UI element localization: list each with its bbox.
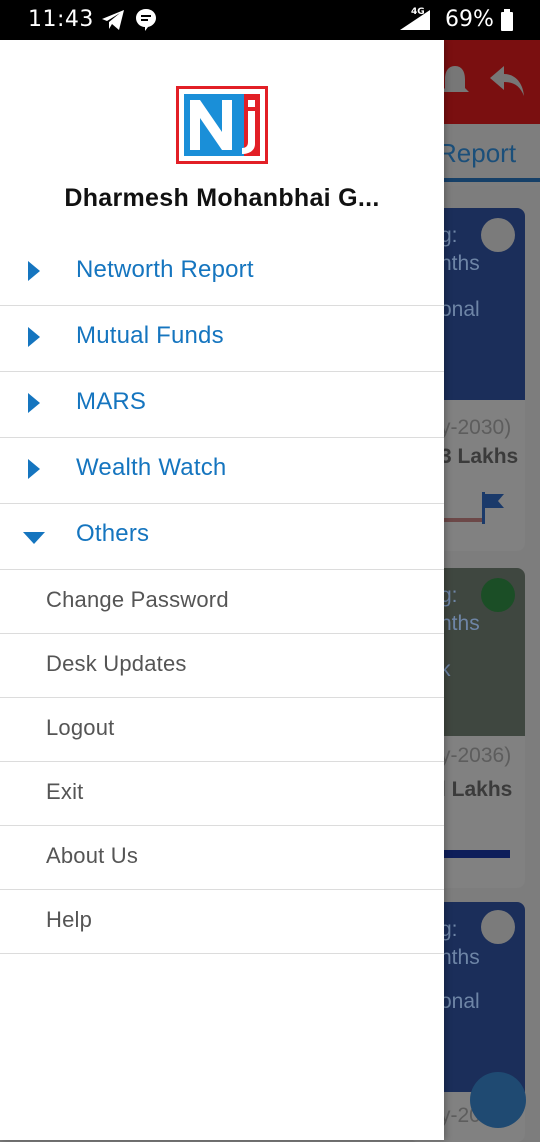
menu-item-label: Mutual Funds [76,322,224,349]
menu-item-wealth-watch[interactable]: Wealth Watch [0,438,444,504]
submenu-item-change-password[interactable]: Change Password [0,570,444,634]
navigation-drawer: Dharmesh Mohanbhai G... Networth Report … [0,40,444,1140]
tab-indicator [430,178,540,182]
card-line: nths [440,252,480,275]
status-time: 11:43 [28,7,94,32]
submenu-item-exit[interactable]: Exit [0,762,444,826]
caret-right-icon [26,260,42,286]
caret-right-icon [26,458,42,484]
submenu-item-desk-updates[interactable]: Desk Updates [0,634,444,698]
card-line: nths [440,946,480,969]
submenu-item-label: About Us [46,843,139,868]
filter-icon [470,1072,526,1128]
flag-icon [482,492,506,528]
message-icon [135,8,157,36]
submenu-item-about-us[interactable]: About Us [0,826,444,890]
menu-item-label: Others [76,520,150,547]
card-line: onal [440,298,480,321]
progress-bar [440,850,510,858]
bell-icon [440,64,470,102]
card-amount: 3 Lakhs [440,445,519,468]
nj-logo [176,86,268,164]
progress-bar [440,518,484,522]
drawer-menu: Networth Report Mutual Funds MARS Wealth… [0,240,444,954]
card-amount: l Lakhs [440,778,513,801]
card-line: onal [440,990,480,1013]
thumbs-up-icon [481,578,515,612]
menu-item-networth-report[interactable]: Networth Report [0,240,444,306]
card-period: y-2030) [440,416,512,439]
caret-right-icon [26,392,42,418]
menu-item-mutual-funds[interactable]: Mutual Funds [0,306,444,372]
menu-item-label: MARS [76,388,147,415]
telegram-icon [101,9,125,35]
submenu-item-label: Desk Updates [46,651,187,676]
submenu-item-label: Help [46,907,93,932]
menu-item-label: Wealth Watch [76,454,227,481]
lightbulb-icon [481,218,515,252]
submenu-item-label: Exit [46,779,84,804]
menu-item-others[interactable]: Others [0,504,444,570]
tab-report: Report [438,138,517,168]
battery-icon [500,9,514,35]
status-bar: 11:43 4G 69% [0,0,540,40]
submenu-item-label: Change Password [46,587,229,612]
caret-right-icon [26,326,42,352]
lightbulb-icon [481,910,515,944]
submenu-item-label: Logout [46,715,115,740]
caret-down-icon [22,530,46,549]
submenu-item-logout[interactable]: Logout [0,698,444,762]
battery-percent: 69% [445,7,494,32]
network-type: 4G [411,7,425,17]
menu-item-mars[interactable]: MARS [0,372,444,438]
card-period: y-2036) [440,744,512,767]
menu-item-label: Networth Report [76,256,254,283]
user-name: Dharmesh Mohanbhai G... [64,184,380,212]
back-icon [488,62,528,106]
card-line: nths [440,612,480,635]
submenu-item-help[interactable]: Help [0,890,444,954]
